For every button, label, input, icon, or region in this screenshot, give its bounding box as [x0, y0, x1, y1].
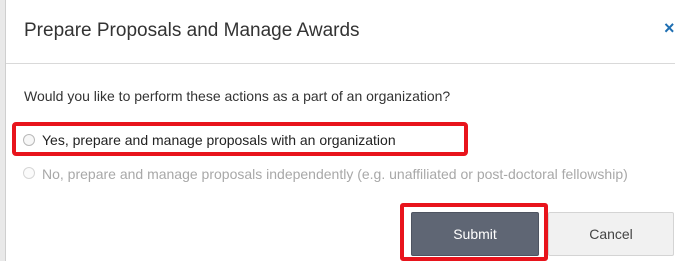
- radio-yes[interactable]: [23, 134, 35, 146]
- dialog-header: Prepare Proposals and Manage Awards ×: [6, 0, 675, 64]
- dialog-title: Prepare Proposals and Manage Awards: [24, 20, 360, 41]
- option-no-label: No, prepare and manage proposals indepen…: [42, 166, 628, 182]
- prepare-proposals-dialog: Prepare Proposals and Manage Awards × Wo…: [5, 0, 675, 261]
- close-icon[interactable]: ×: [664, 18, 675, 38]
- radio-no[interactable]: [23, 167, 35, 179]
- option-yes-with-organization[interactable]: Yes, prepare and manage proposals with a…: [12, 122, 468, 156]
- cancel-button[interactable]: Cancel: [548, 212, 674, 256]
- option-yes-label: Yes, prepare and manage proposals with a…: [42, 132, 396, 148]
- submit-button[interactable]: Submit: [411, 212, 539, 256]
- organization-question: Would you like to perform these actions …: [24, 88, 451, 104]
